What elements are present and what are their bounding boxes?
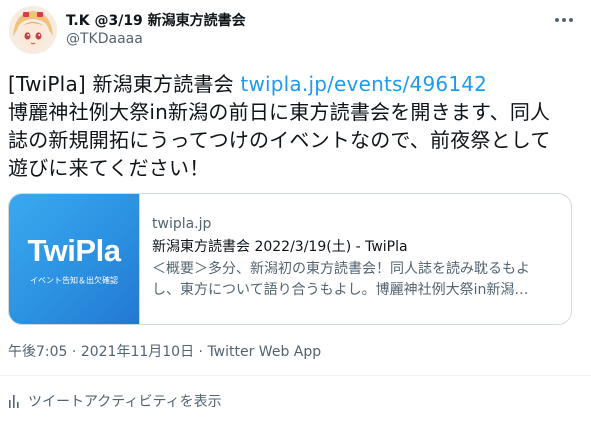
divider — [0, 375, 591, 376]
twipla-logo: TwiPla — [27, 232, 121, 268]
card-image-subtitle: イベント告知＆出欠確認 — [30, 275, 118, 285]
tweet-link[interactable]: twipla.jp/events/496142 — [240, 72, 487, 96]
card-body: twipla.jp 新潟東方読書会 2022/3/19(土) - TwiPla … — [152, 214, 557, 301]
avatar[interactable] — [9, 6, 57, 54]
view-activity-button[interactable]: ツイートアクティビティを表示 — [8, 391, 222, 411]
tweet-date[interactable]: 2021年11月10日 — [81, 344, 194, 360]
tweet-text-body: 博麗神社例大祭in新潟の前日に東方読書会を開きます、同人誌の新規開拓にうってつけ… — [8, 100, 551, 180]
tweet-text-prefix: [TwiPla] 新潟東方読書会 — [8, 72, 241, 96]
tweet-text: [TwiPla] 新潟東方読書会 twipla.jp/events/496142… — [8, 70, 568, 182]
tweet-meta: 午後7:05 · 2021年11月10日 · Twitter Web App — [8, 341, 321, 361]
more-options-icon[interactable] — [551, 10, 577, 30]
card-image: TwiPla イベント告知＆出欠確認 — [9, 194, 140, 324]
card-domain: twipla.jp — [152, 216, 212, 232]
link-preview-card[interactable]: TwiPla イベント告知＆出欠確認 twipla.jp 新潟東方読書会 202… — [8, 193, 572, 325]
view-activity-label: ツイートアクティビティを表示 — [28, 394, 222, 410]
meta-separator: · — [71, 344, 77, 360]
bar-chart-icon — [9, 395, 19, 408]
tweet-time[interactable]: 午後7:05 — [8, 344, 67, 360]
card-title: 新潟東方読書会 2022/3/19(土) - TwiPla — [152, 239, 408, 255]
card-description: ＜概要＞多分、新潟初の東方読書会！同人誌を読み耽るもよし、東方について語り合うも… — [152, 261, 530, 298]
meta-separator: · — [198, 344, 203, 360]
author-handle[interactable]: @TKDaaaa — [66, 31, 143, 47]
tweet-source[interactable]: Twitter Web App — [207, 344, 321, 360]
author-display-name[interactable]: T.K @3/19 新潟東方読書会 — [66, 10, 246, 30]
